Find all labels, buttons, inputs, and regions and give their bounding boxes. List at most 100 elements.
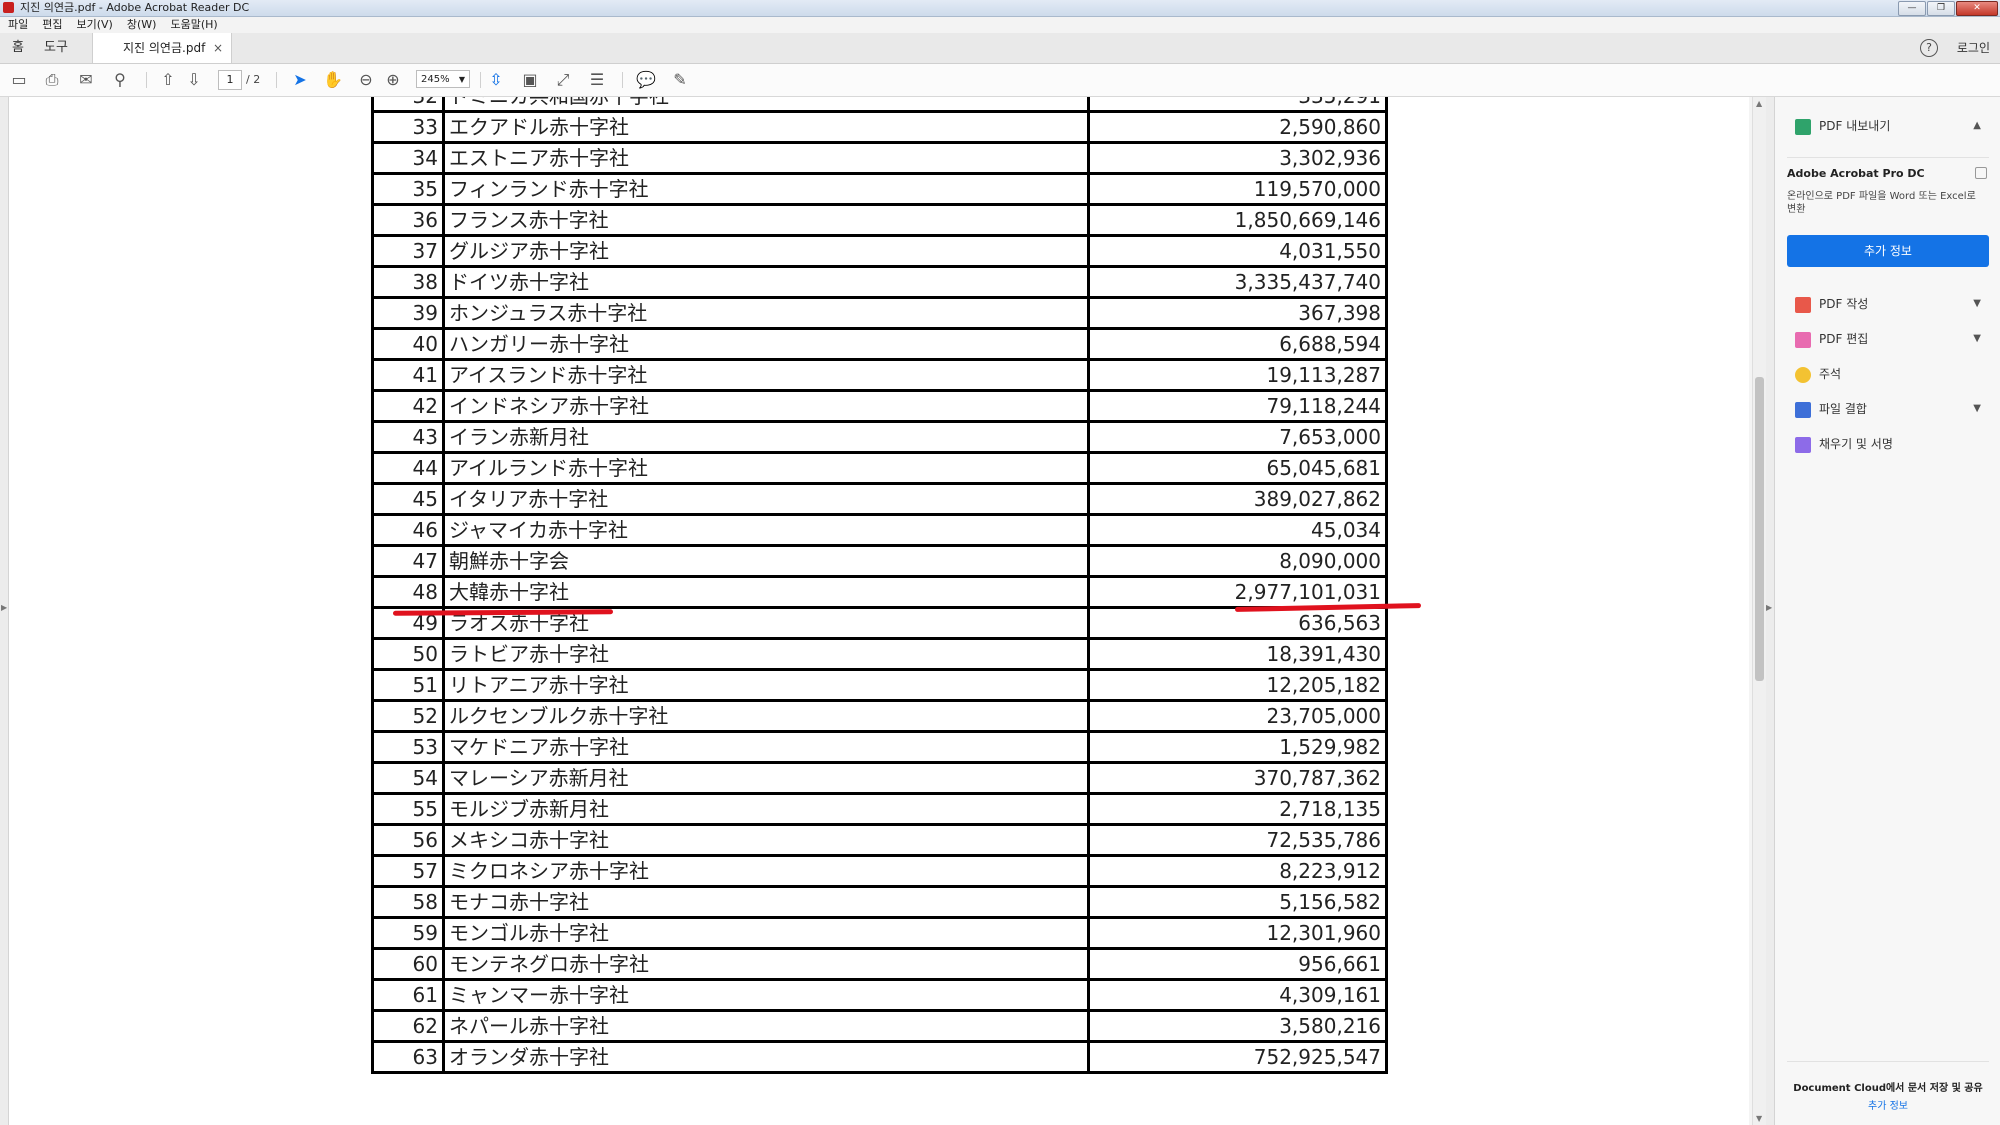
table-row: 62 ネパール赤十字社 3,580,216 [371,1009,1388,1043]
tab-document[interactable]: 지진 의연금.pdf × [92,33,232,63]
acrobat-app-icon [3,2,14,13]
row-number: 41 [371,358,445,392]
export-pdf-icon [1795,118,1811,135]
table-row: 41 アイスランド赤十字社 19,113,287 [371,358,1388,392]
org-name: ミャンマー赤十字社 [442,978,1090,1012]
scrolling-mode-icon[interactable]: ☰ [587,70,607,90]
more-info-link[interactable]: 추가 정보 [1775,1097,2000,1112]
zoom-out-icon[interactable]: ⊖ [356,70,376,90]
fit-page-icon[interactable]: ⇳ [486,70,506,90]
menu-help[interactable]: 도움말(H) [163,17,224,33]
vertical-scrollbar[interactable]: ▲ ▼ [1752,97,1767,1125]
org-name: モンゴル赤十字社 [442,916,1090,950]
previous-page-icon[interactable]: ⇧ [158,70,178,90]
zoom-level-select[interactable]: 245% ▼ [416,70,470,88]
toolbar-separator [622,72,623,88]
edit-pdf-item[interactable]: PDF 편집 ▼ [1795,328,1991,350]
export-description: 온라인으로 PDF 파일을 Word 또는 Excel로 변환 [1787,191,1976,215]
search-icon[interactable]: ⚲ [110,70,130,90]
fit-width-icon[interactable]: ▣ [520,70,540,90]
scroll-down-icon[interactable]: ▼ [1756,1114,1762,1123]
org-name: マレーシア赤新月社 [442,761,1090,795]
create-pdf-icon [1795,296,1811,313]
donation-amount: 72,535,786 [1087,823,1388,857]
row-number: 60 [371,947,445,981]
org-name: モナコ赤十字社 [442,885,1090,919]
document-viewer[interactable]: 32ドミニカ共和国赤十字社335,29133エクアドル赤十字社2,590,860… [9,97,1749,1125]
table-row: 38 ドイツ赤十字社 3,335,437,740 [371,265,1388,299]
org-name: イラン赤新月社 [442,420,1090,454]
next-page-icon[interactable]: ⇩ [184,70,204,90]
org-name: エストニア赤十字社 [442,141,1090,175]
fill-sign-item[interactable]: 채우기 및 서명 [1795,433,1991,455]
scroll-up-icon[interactable]: ▲ [1756,99,1762,108]
donation-amount: 23,705,000 [1087,699,1388,733]
donation-amount: 65,045,681 [1087,451,1388,485]
zoom-in-icon[interactable]: ⊕ [383,70,403,90]
select-tool-icon[interactable]: ➤ [290,70,310,90]
tab-tools[interactable]: 도구 [44,33,68,63]
full-screen-icon[interactable]: ⤢ [553,70,573,90]
tab-bar: 홈 도구 지진 의연금.pdf × ? 로그인 [0,33,2000,64]
table-row: 47 朝鮮赤十字会 8,090,000 [371,544,1388,578]
zoom-level-value: 245% [421,74,450,85]
menu-edit[interactable]: 편집 [35,17,69,33]
close-window-button[interactable]: ✕ [1956,1,1998,16]
table-row: 58 モナコ赤十字社 5,156,582 [371,885,1388,919]
tab-home[interactable]: 홈 [12,33,24,63]
menu-view[interactable]: 보기(V) [70,17,120,33]
right-panel-toggle[interactable]: ▶ [1766,97,1774,1125]
row-number: 51 [371,668,445,702]
print-icon[interactable]: ⎙ [42,70,62,90]
comment-icon[interactable]: 💬 [636,70,656,90]
org-name: ホンジュラス赤十字社 [442,296,1090,330]
login-button[interactable]: 로그인 [1957,33,1990,63]
restore-button[interactable]: ❐ [1927,1,1955,16]
scroll-thumb[interactable] [1755,377,1764,681]
pen-icon[interactable]: ✎ [670,70,690,90]
export-pdf-label: PDF 내보내기 [1819,119,1891,133]
more-info-button[interactable]: 추가 정보 [1787,235,1989,267]
donation-amount: 4,309,161 [1087,978,1388,1012]
donation-amount: 119,570,000 [1087,172,1388,206]
donation-amount: 370,787,362 [1087,761,1388,795]
minimize-button[interactable]: — [1898,1,1926,16]
table-row: 54 マレーシア赤新月社 370,787,362 [371,761,1388,795]
row-number: 44 [371,451,445,485]
row-number: 45 [371,482,445,516]
toolbar-separator [480,72,481,88]
table-row: 44 アイルランド赤十字社 65,045,681 [371,451,1388,485]
left-panel-toggle[interactable]: ▶ [0,97,9,1125]
donation-amount: 389,027,862 [1087,482,1388,516]
combine-files-item[interactable]: 파일 결합 ▼ [1795,398,1991,420]
row-number: 39 [371,296,445,330]
create-pdf-item[interactable]: PDF 작성 ▼ [1795,293,1991,315]
export-pdf-item[interactable]: PDF 내보내기 ▲ [1795,115,1991,137]
table-row: 40 ハンガリー赤十字社 6,688,594 [371,327,1388,361]
close-tab-button[interactable]: × [213,33,223,63]
org-name: モンテネグロ赤十字社 [442,947,1090,981]
row-number: 58 [371,885,445,919]
donation-amount: 752,925,547 [1087,1040,1388,1074]
email-icon[interactable]: ✉ [76,70,96,90]
comment-item[interactable]: 주석 [1795,363,1991,385]
donation-amount: 8,090,000 [1087,544,1388,578]
donations-table: 32ドミニカ共和国赤十字社335,29133エクアドル赤十字社2,590,860… [371,97,1388,1074]
row-number: 40 [371,327,445,361]
table-row: 52 ルクセンブルク赤十字社 23,705,000 [371,699,1388,733]
row-number: 43 [371,420,445,454]
org-name: オランダ赤十字社 [442,1040,1090,1074]
comment-icon [1795,366,1811,383]
page-number-input[interactable]: 1 [218,70,242,90]
donation-amount: 8,223,912 [1087,854,1388,888]
hand-tool-icon[interactable]: ✋ [323,70,343,90]
org-name: ドミニカ共和国赤十字社 [442,97,1090,113]
save-icon[interactable]: ▭ [9,70,29,90]
menu-window[interactable]: 창(W) [120,17,164,33]
menu-file[interactable]: 파일 [0,17,35,33]
table-row: 35 フィンランド赤十字社 119,570,000 [371,172,1388,206]
help-icon[interactable]: ? [1920,39,1938,57]
row-number: 42 [371,389,445,423]
chevron-up-icon: ▲ [1973,120,1981,131]
row-number: 63 [371,1040,445,1074]
